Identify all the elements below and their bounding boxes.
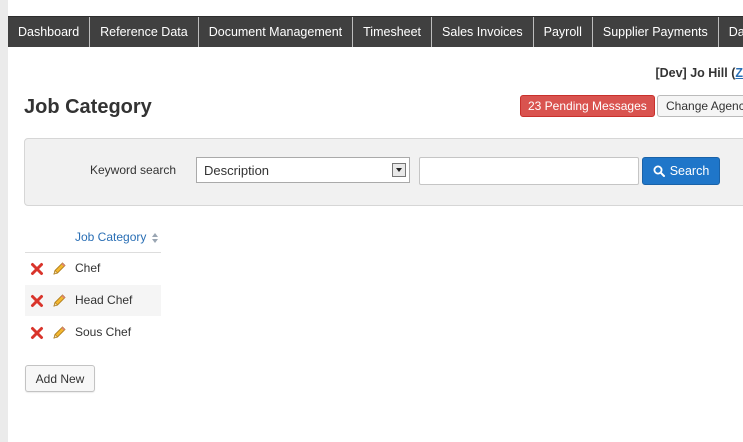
delete-icon[interactable]	[30, 326, 44, 340]
job-category-table: Job Category Chef Head Chef Sous Chef	[25, 224, 161, 349]
user-name: Jo Hill	[690, 66, 728, 80]
search-button[interactable]: Search	[642, 157, 720, 185]
search-panel: Keyword search Description Search	[24, 138, 743, 206]
user-info: [Dev] Jo Hill (Z	[655, 66, 743, 80]
nav-item-reference-data[interactable]: Reference Data	[90, 17, 199, 47]
nav-item-dashboard[interactable]: Dashboard	[8, 17, 91, 47]
job-category-name: Sous Chef	[75, 325, 132, 339]
pencil-icon[interactable]	[51, 325, 67, 341]
nav-item-timesheet[interactable]: Timesheet	[353, 17, 433, 47]
table-row: Sous Chef	[25, 317, 161, 349]
column-header-job-category[interactable]: Job Category	[75, 230, 146, 244]
environment-label: [Dev]	[655, 66, 687, 80]
table-row: Head Chef	[25, 285, 161, 317]
table-row: Chef	[25, 253, 161, 285]
page-title: Job Category	[24, 96, 152, 118]
table-header: Job Category	[25, 224, 161, 253]
pending-messages-badge[interactable]: 23 Pending Messages	[520, 95, 655, 117]
page: Dashboard Reference Data Document Manage…	[8, 0, 743, 442]
nav-item-payroll[interactable]: Payroll	[534, 17, 593, 47]
nav-item-sales-invoices[interactable]: Sales Invoices	[432, 17, 534, 47]
delete-icon[interactable]	[30, 262, 44, 276]
job-category-name: Chef	[75, 261, 101, 275]
user-link[interactable]: Z	[735, 66, 743, 80]
nav-item-supplier-payments[interactable]: Supplier Payments	[593, 17, 719, 47]
chevron-down-icon[interactable]	[392, 163, 406, 177]
search-button-label: Search	[669, 164, 710, 178]
pencil-icon[interactable]	[51, 261, 67, 277]
search-field-value: Description	[204, 163, 270, 178]
sort-icon[interactable]	[151, 232, 159, 244]
job-category-name: Head Chef	[75, 293, 133, 307]
search-input[interactable]	[419, 157, 639, 185]
nav-item-document-management[interactable]: Document Management	[199, 17, 354, 47]
change-agency-button[interactable]: Change Agenc	[657, 95, 743, 117]
search-icon	[653, 165, 665, 177]
top-navigation: Dashboard Reference Data Document Manage…	[8, 16, 743, 47]
search-field-select[interactable]: Description	[196, 157, 410, 183]
delete-icon[interactable]	[30, 294, 44, 308]
keyword-search-label: Keyword search	[90, 163, 177, 177]
nav-item-data-exchange[interactable]: Data Ex	[719, 17, 743, 47]
add-new-button[interactable]: Add New	[25, 365, 95, 392]
pencil-icon[interactable]	[51, 293, 67, 309]
